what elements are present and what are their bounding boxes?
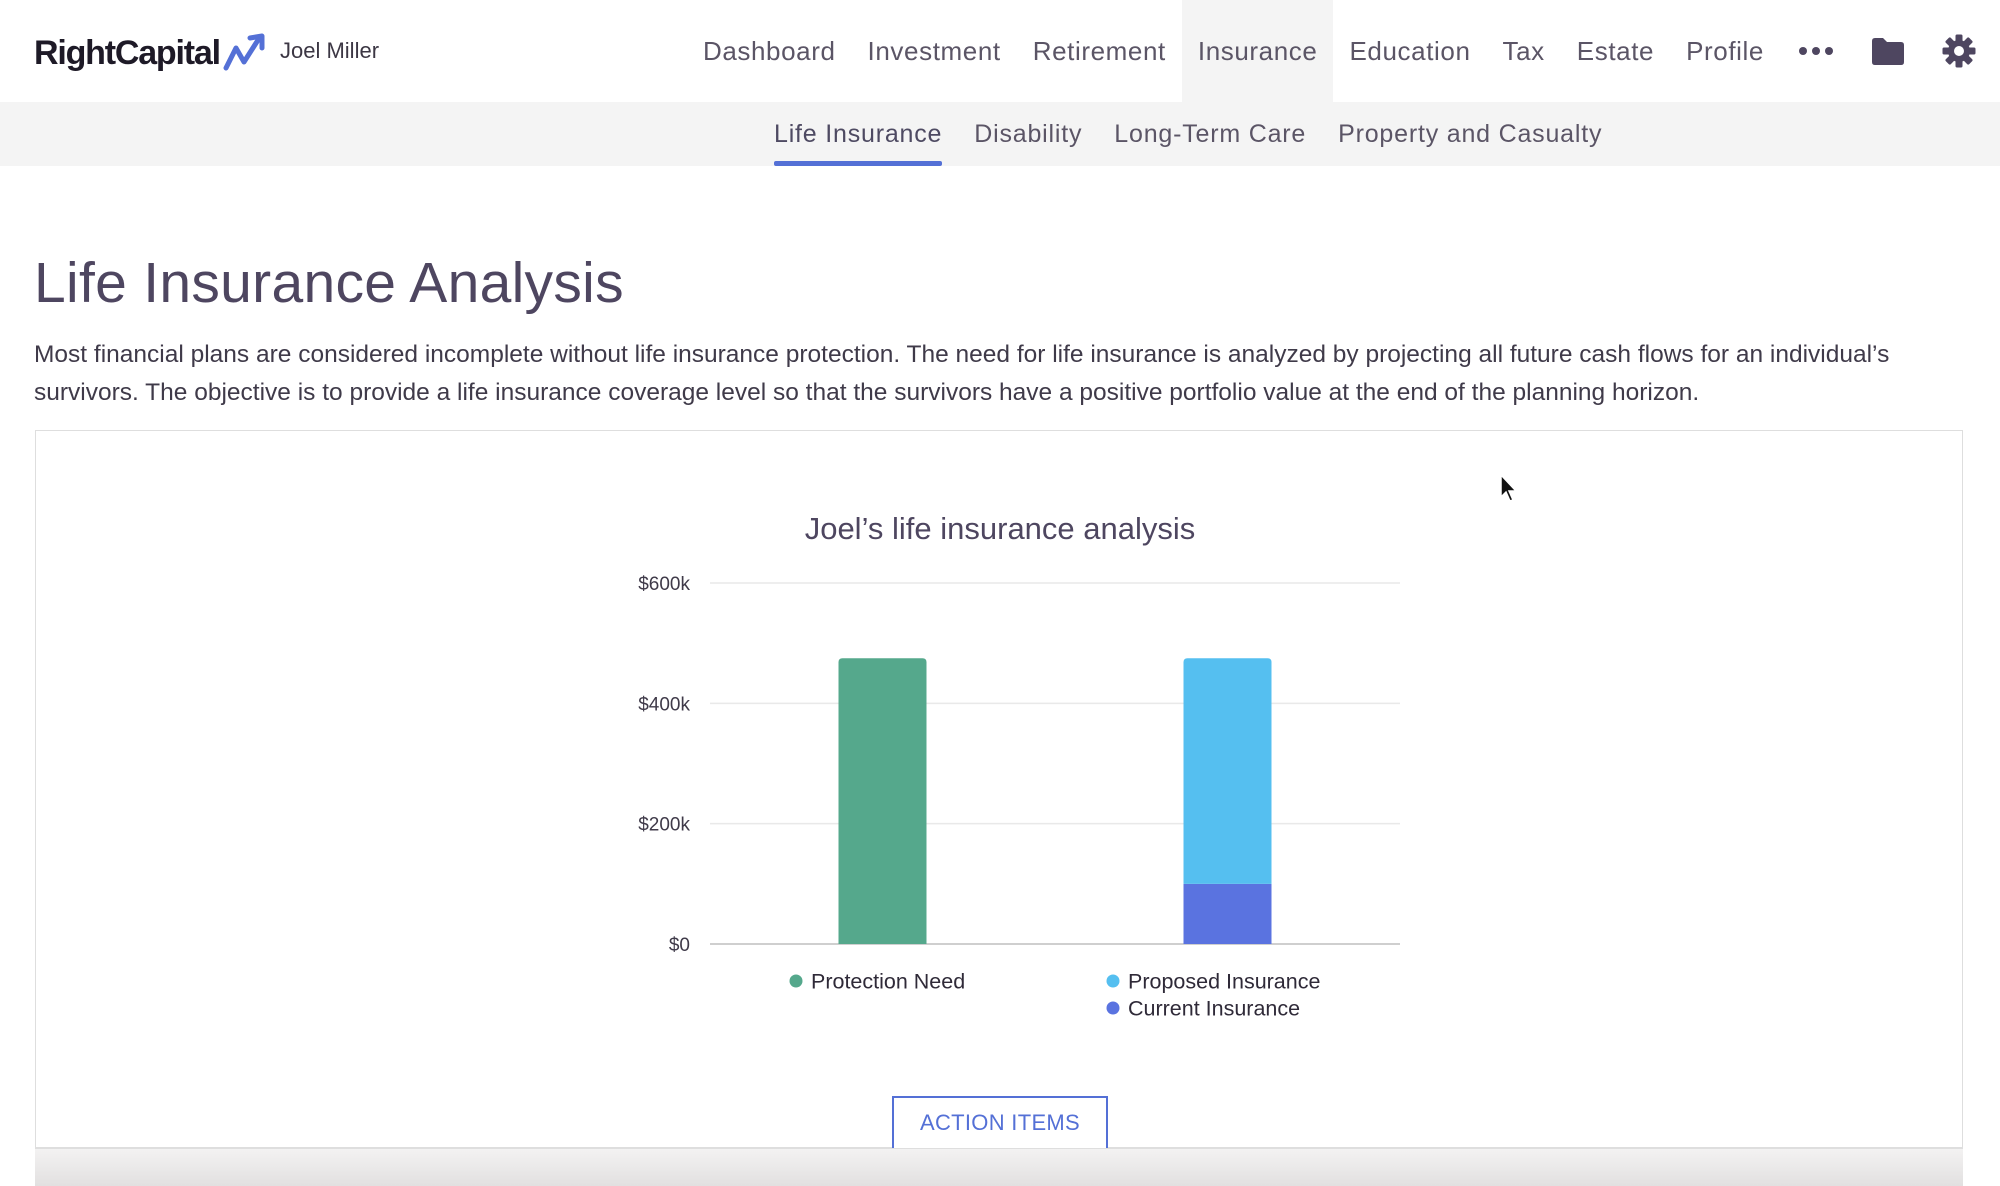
client-name[interactable]: Joel Miller: [280, 38, 379, 64]
action-items-button[interactable]: ACTION ITEMS: [892, 1096, 1108, 1148]
brand-name: RightCapital: [34, 33, 221, 72]
legend-marker: [1106, 1001, 1120, 1015]
legend-marker: [1106, 974, 1120, 988]
bottom-card-edge: [35, 1148, 1963, 1186]
gear-icon[interactable]: [1924, 0, 2000, 102]
nav-estate[interactable]: Estate: [1561, 0, 1670, 102]
tab-long-term-care[interactable]: Long-Term Care: [1114, 102, 1306, 166]
legend-marker: [789, 974, 803, 988]
y-tick-label: $200k: [638, 815, 690, 836]
page-title: Life Insurance Analysis: [34, 251, 624, 315]
nav-retirement[interactable]: Retirement: [1017, 0, 1182, 102]
folder-icon[interactable]: [1852, 0, 1924, 102]
tab-disability[interactable]: Disability: [974, 102, 1082, 166]
brand-logo[interactable]: RightCapital: [34, 28, 268, 78]
top-nav-bar: RightCapital Joel Miller Dashboard Inves…: [0, 0, 2000, 102]
y-tick-label: $600k: [638, 574, 690, 595]
intro-paragraph: Most financial plans are considered inco…: [34, 341, 1890, 406]
nav-education[interactable]: Education: [1333, 0, 1486, 102]
growth-arrow-icon: [223, 33, 265, 71]
legend-label: Proposed Insurance: [1128, 970, 1320, 994]
y-tick-label: $0: [669, 935, 690, 956]
bar-current-insurance: [1183, 883, 1272, 944]
nav-dashboard[interactable]: Dashboard: [687, 0, 852, 102]
legend-label: Protection Need: [811, 970, 965, 994]
more-icon[interactable]: [1780, 0, 1852, 102]
tab-property-casualty[interactable]: Property and Casualty: [1338, 102, 1602, 166]
bar-protection-need: [838, 658, 927, 944]
nav-insurance[interactable]: Insurance: [1181, 0, 1334, 102]
y-tick-label: $400k: [638, 694, 690, 715]
tab-life-insurance[interactable]: Life Insurance: [774, 102, 943, 166]
mouse-cursor-icon: [1500, 474, 1518, 502]
nav-profile[interactable]: Profile: [1670, 0, 1780, 102]
nav-investment[interactable]: Investment: [852, 0, 1017, 102]
insurance-subnav: Life Insurance Disability Long-Term Care…: [0, 102, 2000, 166]
bar-proposed-insurance: [1183, 658, 1272, 884]
main-nav: Dashboard Investment Retirement Insuranc…: [687, 0, 2000, 102]
nav-tax[interactable]: Tax: [1487, 0, 1561, 102]
chart-card: Joel’s life insurance analysis $0 $200k $4…: [35, 430, 1963, 1148]
legend-label: Current Insurance: [1128, 997, 1300, 1021]
life-insurance-chart: $0 $200k $400k $600k Protection Need Proposed…: [638, 574, 1400, 1021]
